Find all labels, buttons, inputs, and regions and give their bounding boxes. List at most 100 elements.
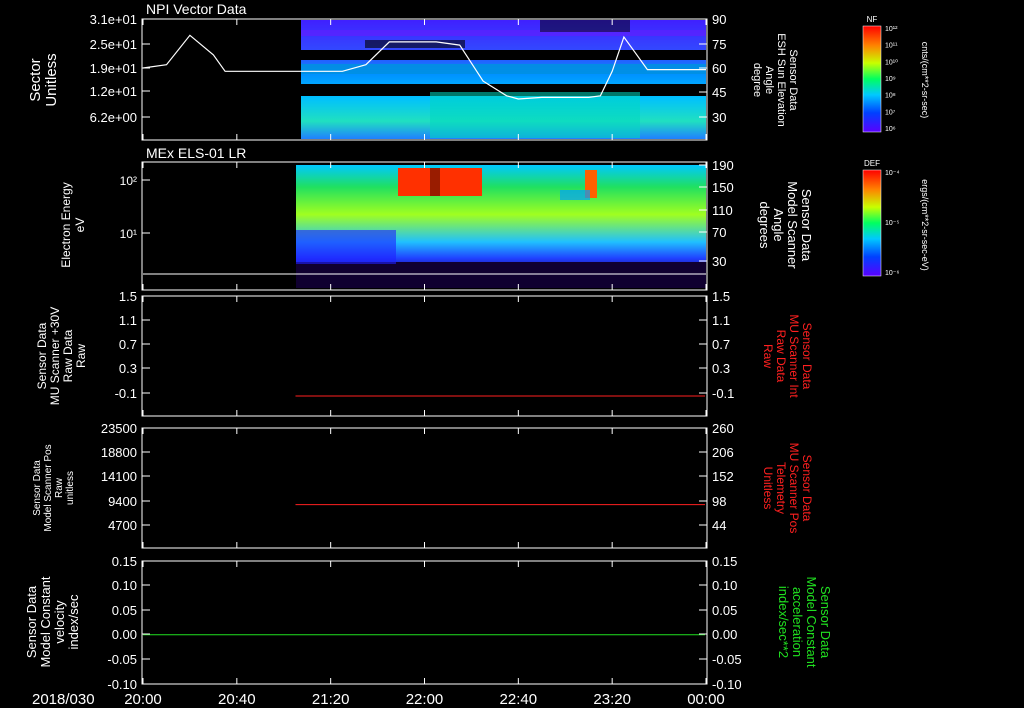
right-tick-labels: 260 206 152 98 44 — [699, 421, 734, 533]
panel-mu-scanner-raw: Sensor Data MU Scanner +30V Raw Data Raw… — [35, 289, 814, 417]
left-axis-label-line: unitless — [65, 471, 76, 505]
right-tick-label: 0.10 — [712, 578, 737, 593]
right-tick-label: 0.7 — [712, 337, 730, 352]
right-axis-label-line: index/sec**2 — [776, 586, 791, 658]
left-axis-label-line: Raw — [74, 344, 88, 368]
right-tick-label: 190 — [712, 158, 734, 173]
panel-title: MEx ELS-01 LR — [146, 145, 246, 161]
colorbar-tick-label: 10¹² — [885, 26, 898, 33]
right-axis-label-line: Raw Data — [774, 330, 788, 383]
colorbar-def: DEF 10⁻⁴ 10⁻⁵ 10⁻⁶ ergs/(cm**2-sr-sec-eV) — [862, 159, 930, 277]
colorbar-units: cnts/(cm**2-sr-sec) — [920, 42, 930, 119]
left-tick-labels: 0.15 0.10 0.05 0.00 -0.05 -0.10 — [107, 554, 707, 692]
right-axis-label-line: Sensor Data — [800, 323, 814, 390]
right-axis-label-line: degree — [751, 63, 763, 97]
right-axis-label-line: degrees — [757, 202, 772, 249]
colorbar-title: NF — [867, 15, 878, 24]
spectrogram — [296, 165, 706, 288]
x-tick-label: 00:00 — [687, 691, 725, 708]
right-tick-label: 110 — [712, 203, 733, 218]
right-tick-label: 60 — [712, 61, 726, 76]
left-tick-labels: 1.5 1.1 0.7 0.3 -0.1 — [115, 289, 707, 416]
right-axis-label-line: Angle — [771, 208, 786, 241]
right-tick-label: 30 — [712, 254, 726, 269]
left-tick-label: 2.5e+01 — [90, 37, 137, 52]
left-tick-label: 1.9e+01 — [90, 61, 137, 76]
x-axis: 2018/030 20:00 20:40 21:20 22:00 22:40 23:20 0… — [32, 691, 725, 708]
plot-frame — [141, 295, 708, 417]
right-axis-label-line: Sensor Data — [818, 586, 833, 659]
right-tick-label: 1.1 — [712, 313, 730, 328]
left-axis-label-line: Raw — [54, 477, 65, 498]
left-axis-label-line: Unitless — [43, 53, 60, 106]
panel-model-constant: Sensor Data Model Constant velocity inde… — [24, 554, 833, 692]
right-tick-label: 98 — [712, 494, 726, 509]
right-tick-label: -0.05 — [712, 652, 742, 667]
right-axis-label-line: ESH Sun Elevation — [775, 33, 787, 127]
x-tick-label: 20:40 — [218, 691, 256, 708]
colorbar-tick-label: 10⁹ — [885, 76, 896, 83]
right-axis-label-line: MU Scanner Pos — [787, 443, 801, 534]
right-axis-label-line: acceleration — [790, 587, 805, 657]
colorbar-tick-label: 10¹¹ — [885, 43, 898, 50]
left-axis-label-line: velocity — [52, 600, 67, 644]
right-tick-label: 206 — [712, 445, 734, 460]
left-tick-label: -0.05 — [107, 652, 137, 667]
right-tick-label: 0.05 — [712, 603, 737, 618]
colorbar-tick-label: 10⁶ — [885, 126, 896, 133]
colorbar-ticks: 10⁻⁴ 10⁻⁵ 10⁻⁶ — [885, 170, 900, 277]
right-axis-label-line: Model Scanner — [785, 181, 800, 269]
left-tick-label: 23500 — [101, 421, 137, 436]
colorbar-units: ergs/(cm**2-sr-sec-eV) — [920, 179, 930, 271]
left-tick-label: -0.10 — [107, 677, 137, 692]
right-tick-label: 44 — [712, 518, 726, 533]
colorbar-tick-label: 10⁻⁴ — [885, 170, 900, 177]
right-axis-label-line: Raw — [761, 344, 775, 368]
left-axis-label-line: Raw Data — [61, 329, 75, 382]
right-axis-label-line: Telemetry — [774, 462, 788, 514]
left-tick-label: 0.15 — [112, 554, 137, 569]
right-tick-label: 70 — [712, 225, 726, 240]
right-tick-label: 1.5 — [712, 289, 730, 304]
left-axis-label-line: eV — [73, 218, 87, 233]
left-tick-label: 9400 — [108, 494, 137, 509]
plot-frame — [141, 560, 708, 685]
left-tick-label: 6.2e+00 — [90, 110, 137, 125]
right-tick-label: 152 — [712, 469, 734, 484]
x-tick-label: 21:20 — [312, 691, 350, 708]
colorbar-title: DEF — [864, 159, 880, 168]
left-tick-label: -0.1 — [115, 386, 137, 401]
right-tick-label: -0.1 — [712, 386, 734, 401]
right-axis-label-line: MU Scanner Int — [787, 314, 801, 398]
right-tick-label: 90 — [712, 12, 726, 27]
colorbar-tick-label: 10⁻⁵ — [885, 220, 899, 227]
left-tick-label: 10¹ — [120, 227, 137, 241]
left-tick-label: 1.5 — [119, 289, 137, 304]
left-axis-label-line: Model Scanner Pos — [43, 444, 54, 531]
left-tick-label: 10² — [120, 174, 137, 188]
x-tick-label: 23:20 — [593, 691, 631, 708]
x-tick-labels: 20:00 20:40 21:20 22:00 22:40 23:20 00:00 — [124, 691, 725, 708]
right-tick-label: 30 — [712, 110, 726, 125]
right-tick-labels: 0.15 0.10 0.05 0.00 -0.05 -0.10 — [699, 554, 742, 692]
right-tick-label: 150 — [712, 180, 734, 195]
right-tick-label: 45 — [712, 85, 726, 100]
right-tick-label: 0.00 — [712, 627, 737, 642]
right-tick-label: 75 — [712, 37, 726, 52]
right-axis-label-line: Sensor Data — [787, 49, 799, 111]
left-tick-label: 3.1e+01 — [90, 12, 137, 27]
right-axis-label-line: Angle — [763, 66, 775, 94]
right-tick-label: 0.3 — [712, 361, 730, 376]
left-axis-label-line: Sector — [27, 58, 44, 101]
multi-panel-time-series-chart: NPI Vector Data Sector Unitless 3.1e+01 2… — [24, 1, 930, 708]
right-tick-label: 260 — [712, 421, 734, 436]
left-axis-label-line: Sensor Data — [24, 585, 39, 658]
panel-title: NPI Vector Data — [146, 1, 247, 17]
left-tick-label: 14100 — [101, 469, 137, 484]
left-axis-label-line: Model Constant — [38, 576, 53, 667]
left-tick-label: 1.1 — [119, 313, 137, 328]
panel-scanner-position: Sensor Data Model Scanner Pos Raw unitle… — [32, 421, 814, 549]
colorbar-nf: NF 10¹² 10¹¹ 10¹⁰ 10⁹ 10⁸ 10⁷ 10⁶ cnts/(cm**2-… — [862, 15, 930, 133]
panel-npi-vector-data: NPI Vector Data Sector Unitless 3.1e+01 2… — [27, 1, 930, 141]
left-tick-label: 4700 — [108, 518, 137, 533]
